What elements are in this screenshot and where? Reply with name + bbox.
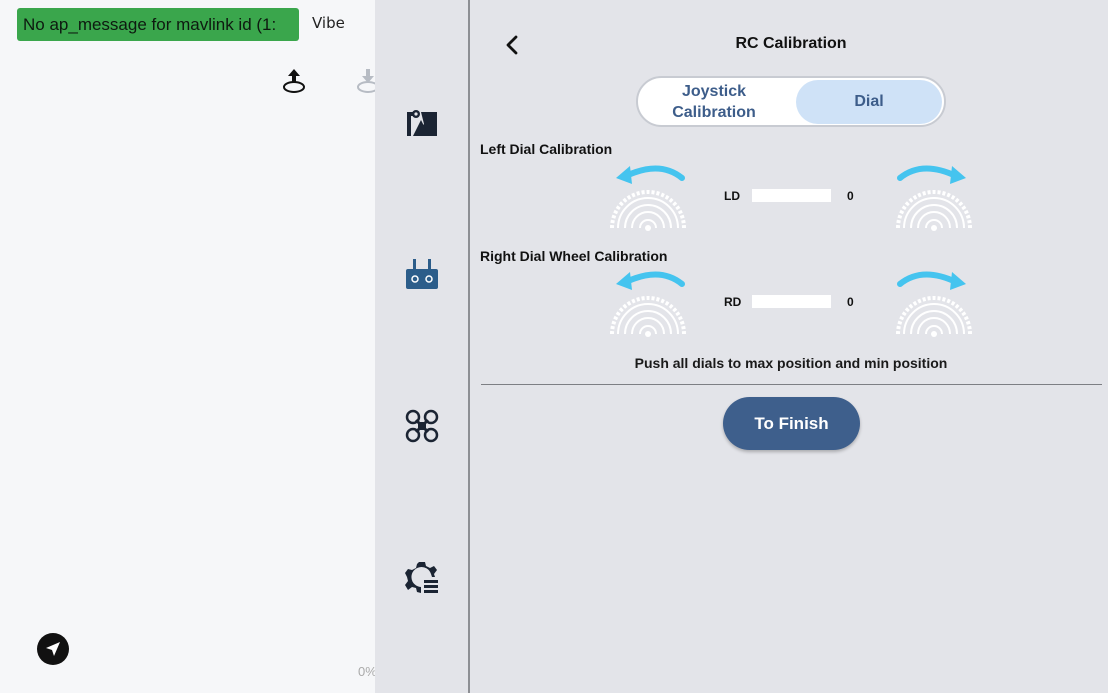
vibe-label[interactable]: Vibe [312,14,345,32]
page-title: RC Calibration [735,35,847,52]
rd-channel-label: RD [724,295,742,309]
arrow-counterclockwise-icon [616,165,685,184]
dial-wheel-icon [608,162,688,232]
map-area[interactable] [0,0,375,693]
download-icon[interactable] [355,66,375,96]
arrow-counterclockwise-icon [616,271,685,290]
remote-controller-icon[interactable] [404,257,440,293]
arrow-clockwise-icon [897,271,966,290]
send-icon[interactable] [37,633,69,665]
right-dial-section-title: Right Dial Wheel Calibration [480,248,668,264]
settings-icon[interactable] [404,560,440,596]
map-icon[interactable] [404,106,440,142]
ld-channel-label: LD [724,189,740,203]
calibration-instruction: Push all dials to max position and min p… [634,355,948,371]
back-button[interactable] [500,32,524,58]
arrow-clockwise-icon [897,165,966,184]
ld-channel-value: 0 [847,189,854,203]
upload-icon[interactable] [281,66,307,96]
divider [481,384,1102,385]
progress-percent: 0% [358,664,375,679]
rd-channel-bar [752,295,831,308]
dial-wheel-icon [894,162,974,232]
drone-icon[interactable] [404,408,440,444]
tab-joystick-calibration[interactable]: Joystick Calibration [646,80,782,124]
ld-channel-bar [752,189,831,202]
finish-button[interactable]: To Finish [723,397,860,450]
tab-dial[interactable]: Dial [796,80,942,124]
dial-wheel-icon [608,268,688,338]
left-dial-section-title: Left Dial Calibration [480,141,613,157]
dial-wheel-icon [894,268,974,338]
rd-channel-value: 0 [847,295,854,309]
status-message: No ap_message for mavlink id (1: [17,8,299,41]
back-chevron-icon [506,35,518,55]
